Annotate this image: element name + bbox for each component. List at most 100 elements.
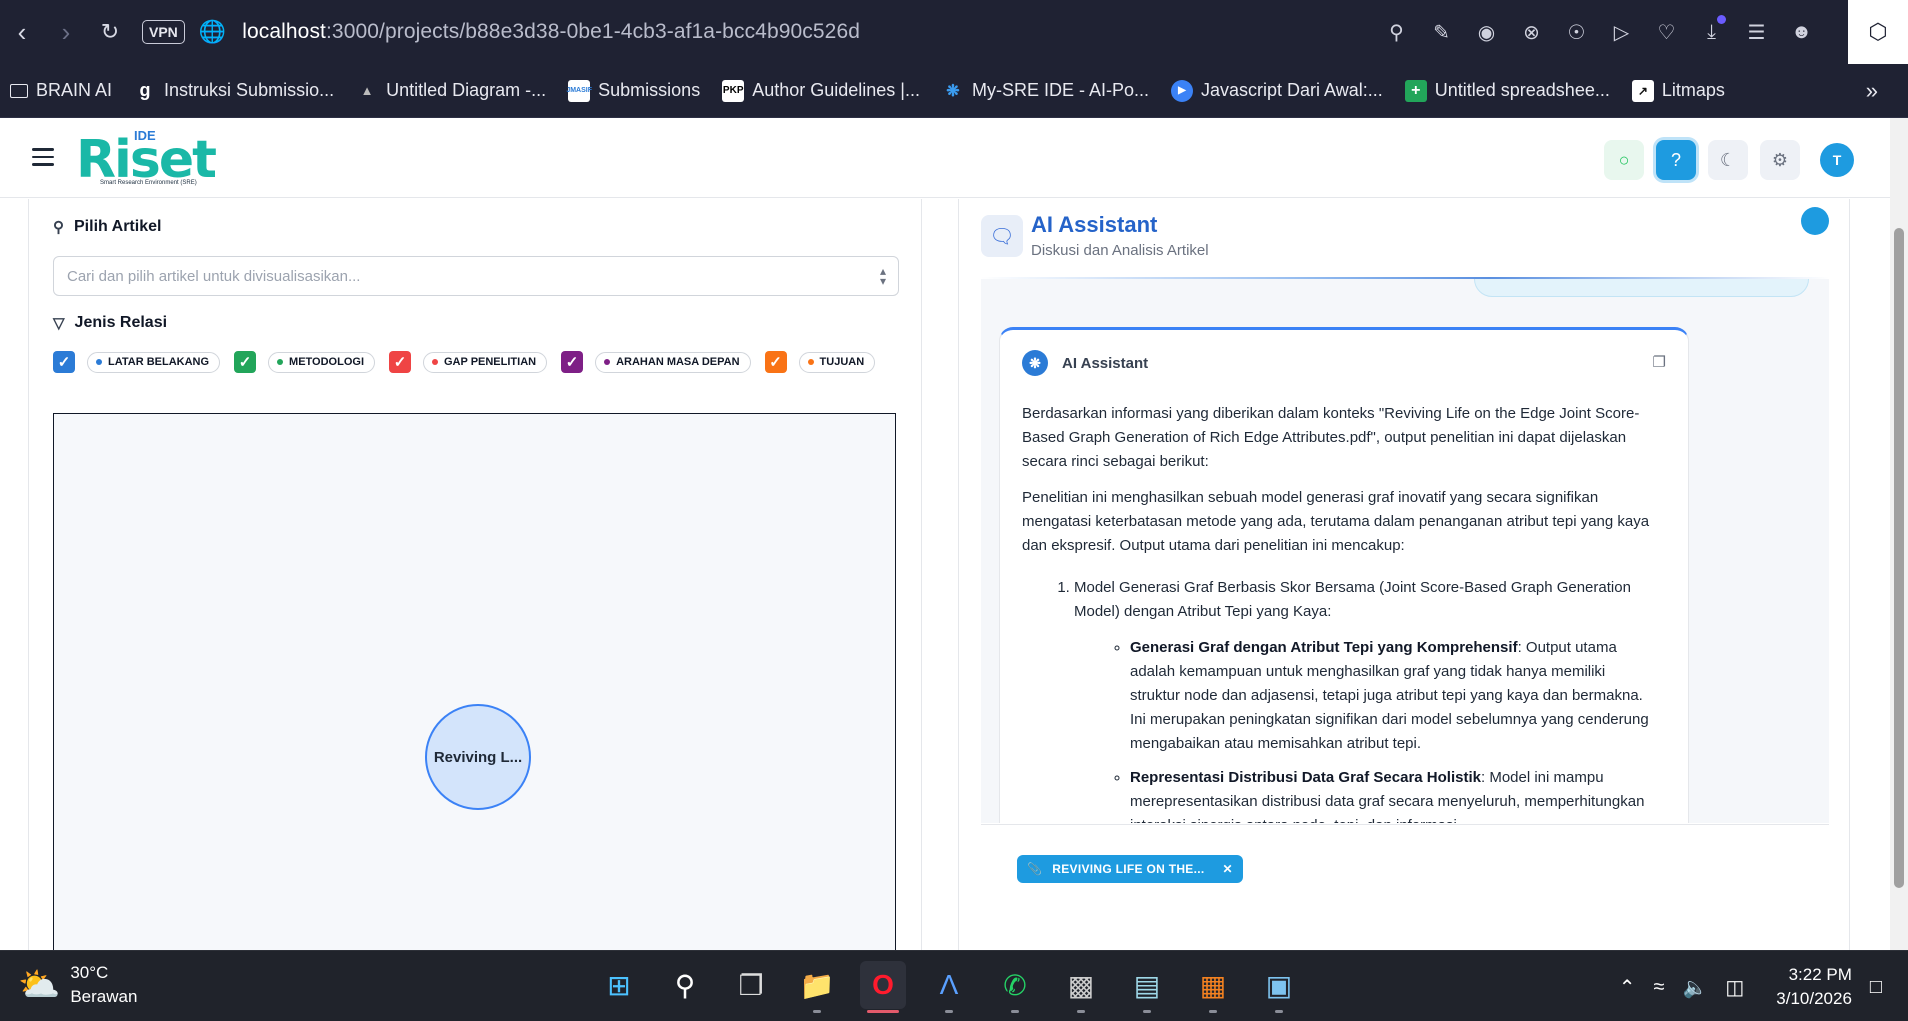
search-icon[interactable]: ⚲ <box>662 961 708 1009</box>
app-root: Riset IDE Smart Research Environment (SR… <box>0 118 1890 950</box>
volume-icon[interactable]: 🔈 <box>1682 975 1707 1000</box>
camera-icon[interactable]: ◉ <box>1464 0 1509 64</box>
relation-label: GAP PENELITIAN <box>444 356 537 368</box>
bookmark-submissions[interactable]: JMASIF Submissions <box>566 79 700 102</box>
weather-cloud-icon: ⛅ <box>18 966 61 1004</box>
chevron-up-icon[interactable]: ⌃ <box>1619 975 1636 1000</box>
extensions-icon[interactable]: ⬡ <box>1848 0 1908 64</box>
article-select[interactable]: Cari dan pilih artikel untuk divisualisa… <box>53 256 899 296</box>
bookmark-instruksi[interactable]: g Instruksi Submissio... <box>134 80 335 102</box>
pkp-icon: PKP <box>722 79 745 102</box>
relation-pill-arahan-masa-depan: ARAHAN MASA DEPAN <box>595 351 751 373</box>
message-paragraph: Berdasarkan informasi yang diberikan dal… <box>1022 405 1640 470</box>
paperclip-icon: 📎 <box>1027 862 1043 876</box>
relation-dot <box>604 359 611 365</box>
bookmark-javascript[interactable]: ▶ Javascript Dari Awal:... <box>1171 79 1383 102</box>
heart-icon[interactable]: ♡ <box>1644 0 1689 64</box>
checkbox-arahan-masa-depan[interactable]: ✓ <box>561 351 584 373</box>
menu-icon[interactable] <box>32 148 54 171</box>
close-icon[interactable]: ✕ <box>1223 862 1233 876</box>
checkbox-gap-penelitian[interactable]: ✓ <box>389 351 411 373</box>
avatar[interactable]: T <box>1820 143 1854 177</box>
context-chip-label: REVIVING LIFE ON THE... <box>1052 862 1205 876</box>
reload-button[interactable]: ↻ <box>88 0 132 64</box>
easy-setup-icon[interactable]: ☰ <box>1734 0 1779 64</box>
checkbox-metodologi[interactable]: ✓ <box>234 351 257 373</box>
message-list: Model Generasi Graf Berbasis Skor Bersam… <box>1022 576 1652 823</box>
message-subitem: Representasi Distribusi Data Graf Secara… <box>1130 766 1652 823</box>
pdf-icon[interactable]: ▦ <box>1190 961 1236 1013</box>
relation-dot <box>807 359 814 365</box>
copy-icon[interactable]: ❐ <box>1653 353 1666 371</box>
status-indicator <box>1801 207 1829 235</box>
more-bookmarks-icon[interactable]: » <box>1866 78 1878 104</box>
g-icon: g <box>139 80 151 100</box>
edit-icon[interactable]: ✎ <box>1419 0 1464 64</box>
app-logo[interactable]: Riset IDE Smart Research Environment (SR… <box>76 128 217 190</box>
bookmark-spreadsheet[interactable]: + Untitled spreadshee... <box>1404 79 1610 102</box>
bookmark-author-guidelines[interactable]: PKP Author Guidelines |... <box>722 79 920 102</box>
adblock-icon[interactable]: ⊗ <box>1509 0 1554 64</box>
windows-start-icon[interactable]: ⊞ <box>596 961 642 1009</box>
notification-icon[interactable]: □ <box>1870 976 1882 999</box>
relation-pill-latar-belakang: LATAR BELAKANG <box>87 351 221 373</box>
article-select-placeholder: Cari dan pilih artikel untuk divisualisa… <box>67 267 361 285</box>
graph-canvas[interactable]: Reviving L... <box>53 413 896 950</box>
opera-browser-icon[interactable]: O <box>860 961 906 1013</box>
bookmark-label: Untitled spreadshee... <box>1434 80 1610 100</box>
bookmark-brain-ai[interactable]: BRAIN AI <box>10 80 112 101</box>
context-area: 📎 REVIVING LIFE ON THE... ✕ <box>981 824 1829 904</box>
relation-dot <box>96 359 102 365</box>
search-page-icon[interactable]: ⚲ <box>1374 0 1419 64</box>
translate-icon[interactable]: ☉ <box>1554 0 1599 64</box>
message-paragraph: Penelitian ini menghasilkan sebuah model… <box>1022 489 1650 554</box>
clock[interactable]: 3:22 PM 3/10/2026 <box>1776 963 1852 1011</box>
chat-messages[interactable]: ❋ AI Assistant ❐ Berdasarkan informasi y… <box>981 279 1829 823</box>
browser-actions: ⚲ ✎ ◉ ⊗ ☉ ▷ ♡ ⤓ ☰ ☻ <box>1374 0 1824 64</box>
scrollbar-thumb[interactable] <box>1894 228 1904 888</box>
checkbox-tujuan[interactable]: ✓ <box>764 351 787 373</box>
settings-icon[interactable]: ⚙ <box>1760 140 1800 180</box>
page-scrollbar[interactable] <box>1890 118 1908 950</box>
assistant-message: ❋ AI Assistant ❐ Berdasarkan informasi y… <box>999 327 1689 823</box>
help-icon[interactable]: ? <box>1656 140 1696 180</box>
article-section-label: Pilih Artikel <box>74 218 162 235</box>
send-icon[interactable]: ▷ <box>1599 0 1644 64</box>
address-bar[interactable]: localhost:3000/projects/b88e3d38-0be1-4c… <box>242 20 860 44</box>
bookmark-label: Javascript Dari Awal:... <box>1201 80 1383 100</box>
context-chip[interactable]: 📎 REVIVING LIFE ON THE... ✕ <box>1017 855 1243 883</box>
notepad-icon[interactable]: ▤ <box>1124 961 1170 1013</box>
url-path: :3000/projects/b88e3d38-0be1-4cb3-af1a-b… <box>326 20 860 43</box>
weather-widget[interactable]: ⛅ 30°C Berawan <box>18 963 137 1007</box>
battery-icon[interactable]: ◫ <box>1725 975 1744 1000</box>
whatsapp-icon[interactable]: ✆ <box>992 961 1038 1013</box>
header-actions: ○ ? ☾ ⚙ T <box>1604 140 1854 180</box>
download-icon[interactable]: ⤓ <box>1689 0 1734 64</box>
play-icon: ▶ <box>1171 79 1193 102</box>
bookmark-litmaps[interactable]: ↗ Litmaps <box>1631 79 1725 102</box>
logo-ide: IDE <box>134 128 156 143</box>
vpn-badge[interactable]: VPN <box>142 20 185 44</box>
back-button[interactable]: ‹ <box>0 0 44 64</box>
photos-icon[interactable]: ▣ <box>1256 961 1302 1013</box>
file-explorer-icon[interactable]: 📁 <box>794 961 840 1013</box>
dark-mode-icon[interactable]: ☾ <box>1708 140 1748 180</box>
wifi-icon[interactable]: ≈ <box>1653 976 1664 999</box>
visualization-panel: ⚲ Pilih Artikel Cari dan pilih artikel u… <box>28 199 922 950</box>
checkbox-latar-belakang[interactable]: ✓ <box>53 351 75 373</box>
profile-icon[interactable]: ☻ <box>1779 0 1824 64</box>
task-view-icon[interactable]: ❐ <box>728 961 774 1009</box>
graph-node[interactable]: Reviving L... <box>425 704 531 810</box>
app-a-icon[interactable]: Λ <box>926 961 972 1013</box>
status-icon[interactable]: ○ <box>1604 140 1644 180</box>
bookmark-diagram[interactable]: ▲ Untitled Diagram -... <box>356 80 547 102</box>
message-body: Berdasarkan informasi yang diberikan dal… <box>1022 402 1652 823</box>
ai-assistant-panel: 🗨 AI Assistant Diskusi dan Analisis Arti… <box>958 199 1850 950</box>
terminal-icon[interactable]: ▩ <box>1058 961 1104 1013</box>
bookmark-my-sre[interactable]: ❋ My-SRE IDE - AI-Po... <box>942 80 1149 102</box>
bookmarks-bar: BRAIN AI g Instruksi Submissio... ▲ Untitl… <box>0 64 1908 118</box>
sre-icon: ❋ <box>946 82 960 100</box>
filter-icon: ▽ <box>53 315 65 332</box>
litmaps-icon: ↗ <box>1631 79 1654 102</box>
forward-button[interactable]: › <box>44 0 88 64</box>
